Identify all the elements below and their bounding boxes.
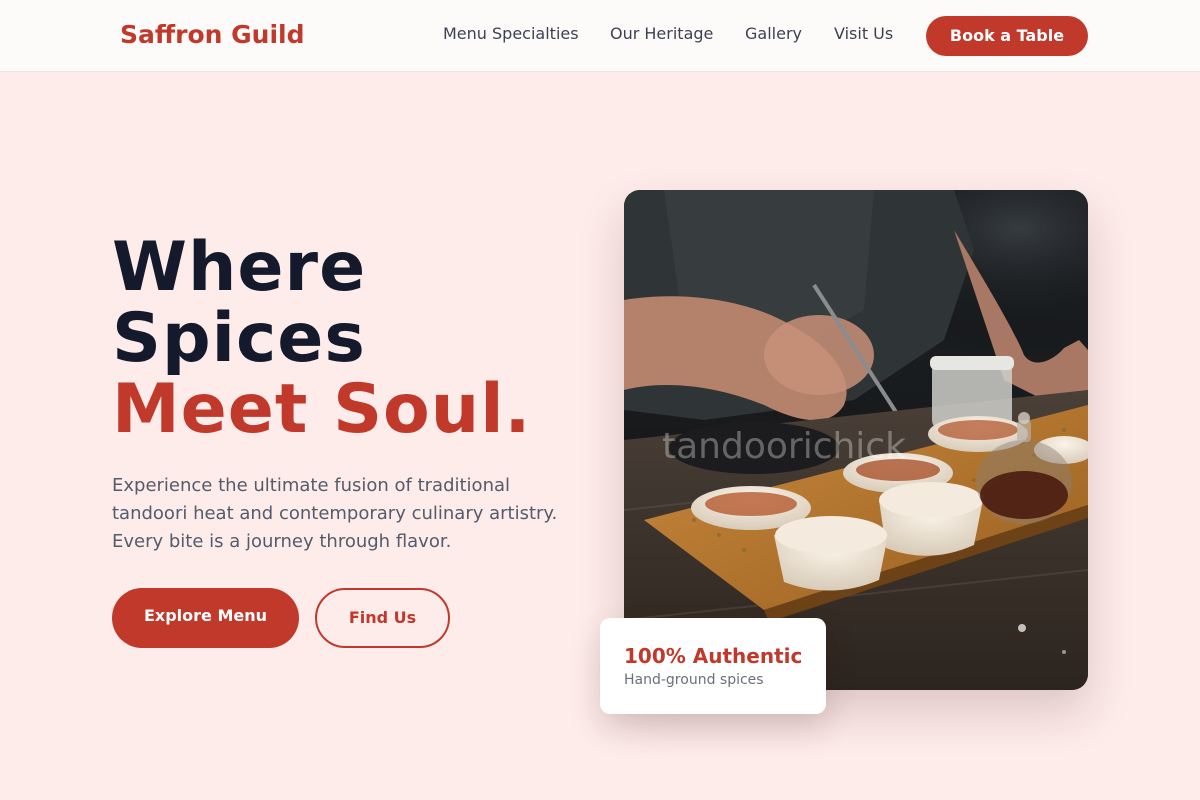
nav-link-menu-specialties[interactable]: Menu Specialties bbox=[443, 24, 579, 43]
nav-link-gallery[interactable]: Gallery bbox=[745, 24, 802, 43]
navbar: Saffron Guild Menu Specialties Our Herit… bbox=[0, 0, 1200, 72]
hero-description: Experience the ultimate fusion of tradit… bbox=[112, 475, 558, 552]
photo-watermark-text: tandoorichick bbox=[662, 426, 906, 467]
authentic-badge-card: 100% Authentic Hand-ground spices bbox=[600, 618, 826, 714]
nav-link-visit-us[interactable]: Visit Us bbox=[834, 24, 893, 43]
badge-subtitle: Hand-ground spices bbox=[624, 672, 764, 688]
brand-logo[interactable]: Saffron Guild bbox=[120, 20, 305, 49]
explore-menu-button[interactable]: Explore Menu bbox=[112, 588, 299, 648]
find-us-button[interactable]: Find Us bbox=[315, 588, 450, 648]
headline-line-1: Where bbox=[112, 228, 367, 307]
book-table-button[interactable]: Book a Table bbox=[926, 16, 1088, 56]
headline-accent: Meet Soul. bbox=[112, 370, 532, 449]
badge-title: 100% Authentic bbox=[624, 644, 803, 668]
hero-image: tandoorichick bbox=[624, 190, 1088, 690]
nav-link-our-heritage[interactable]: Our Heritage bbox=[610, 24, 713, 43]
headline-line-2: Spices bbox=[112, 299, 366, 378]
hero-headline: Where Spices Meet Soul. bbox=[112, 232, 531, 445]
